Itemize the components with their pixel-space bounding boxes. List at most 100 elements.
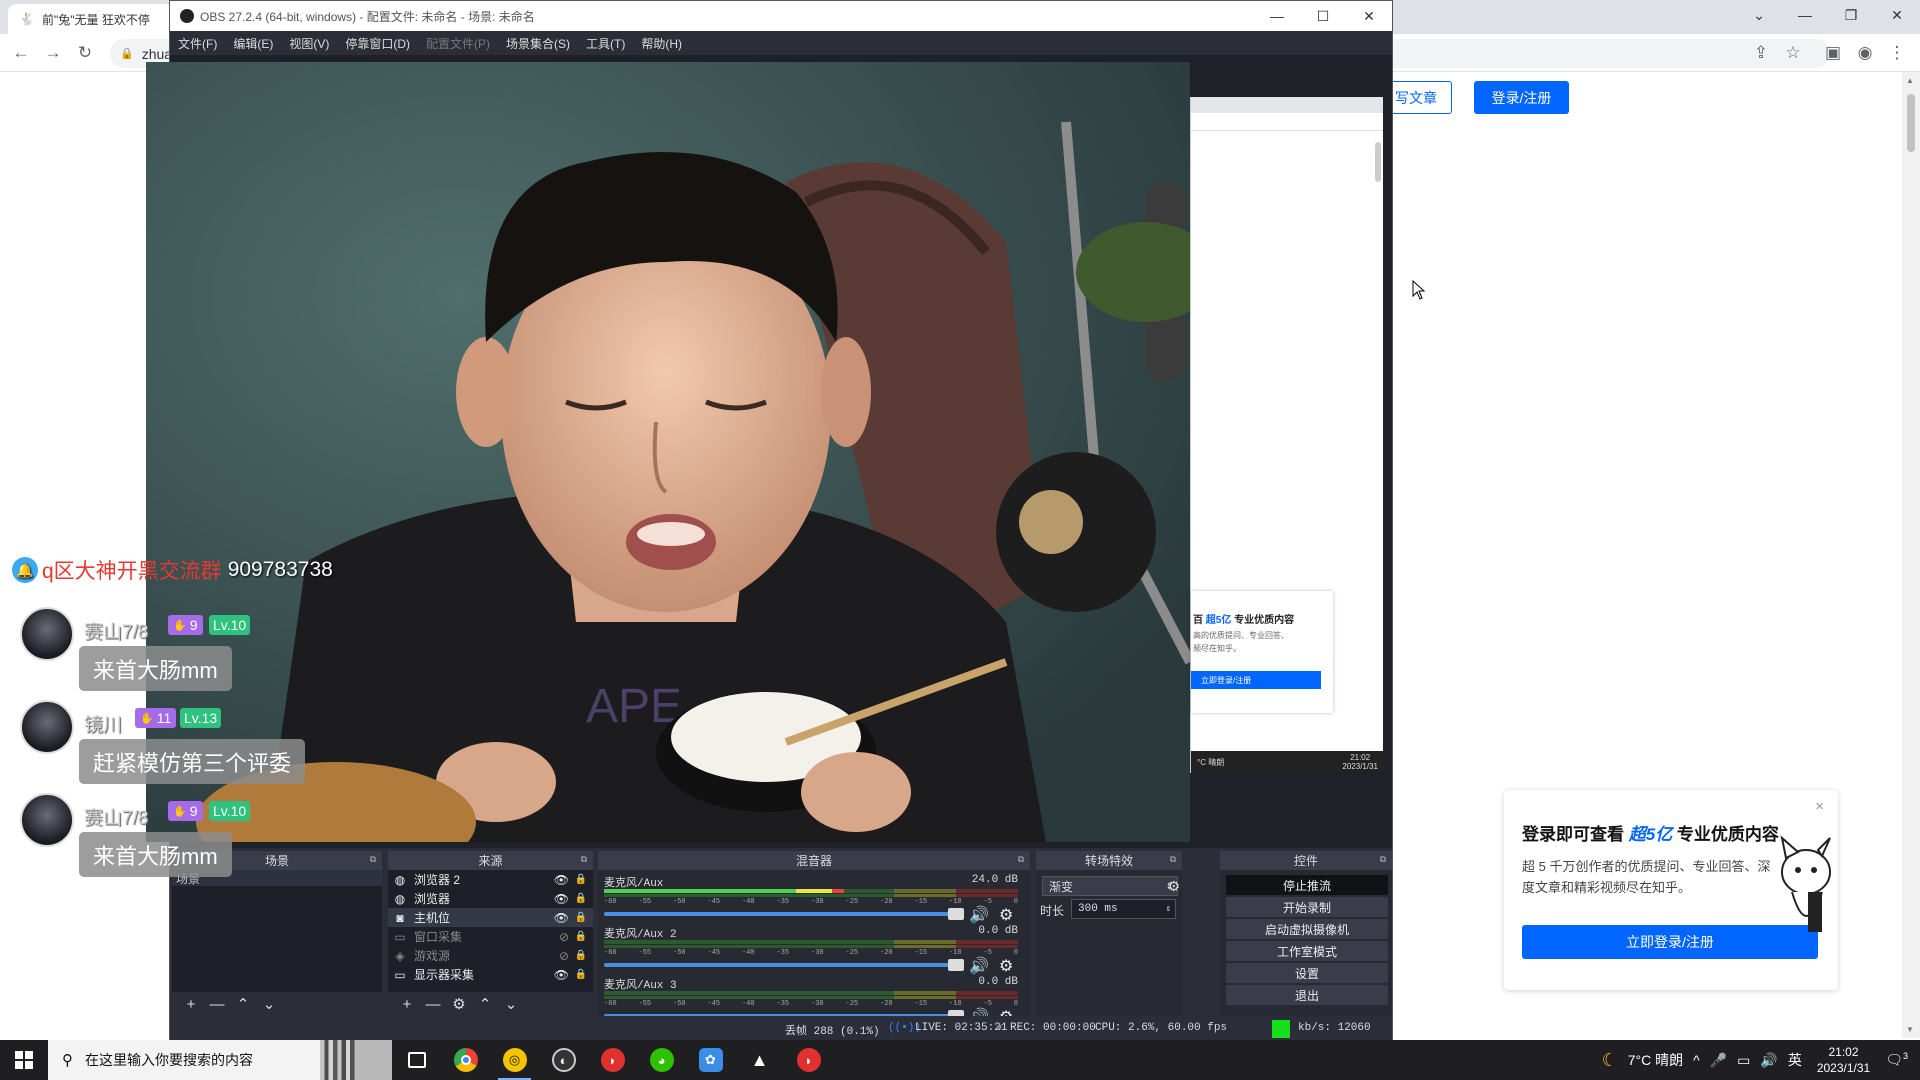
reload-icon[interactable]: ↻ bbox=[72, 40, 98, 66]
move-up-icon[interactable]: ⌃ bbox=[472, 995, 498, 1013]
source-item[interactable]: ◙ 主机位 👁 🔒 bbox=[388, 908, 593, 927]
undock-icon[interactable]: ⧉ bbox=[1018, 854, 1024, 865]
speaker-mute-icon[interactable]: 🔊 bbox=[969, 905, 989, 925]
gear-icon[interactable]: ⚙ bbox=[446, 995, 472, 1013]
task-view-icon[interactable] bbox=[392, 1040, 441, 1080]
side-panel-icon[interactable]: ▣ bbox=[1820, 40, 1846, 66]
lock-icon[interactable]: 🔒 bbox=[575, 912, 587, 923]
control-button[interactable]: 停止推流 bbox=[1226, 875, 1388, 895]
lock-icon[interactable]: 🔒 bbox=[575, 893, 587, 904]
remove-icon[interactable]: — bbox=[420, 996, 446, 1013]
control-button[interactable]: 启动虚拟摄像机 bbox=[1226, 919, 1388, 939]
obs-menu-item[interactable]: 停靠窗口(D) bbox=[345, 35, 410, 52]
gear-icon[interactable]: ⚙ bbox=[999, 1007, 1013, 1016]
speaker-mute-icon[interactable]: 🔊 bbox=[969, 956, 989, 976]
obs-menu-item[interactable]: 编辑(E) bbox=[233, 35, 273, 52]
popup-close-icon[interactable]: × bbox=[1815, 798, 1824, 815]
volume-slider-handle[interactable] bbox=[948, 959, 964, 971]
taskbar-search-input[interactable]: ⚲ 在这里输入你要搜索的内容 bbox=[48, 1040, 392, 1080]
obs-app-icon[interactable]: ◎ bbox=[490, 1040, 539, 1080]
ime-indicator[interactable]: 英 bbox=[1788, 1050, 1802, 1070]
add-icon[interactable]: + bbox=[178, 996, 204, 1013]
undock-icon[interactable]: ⧉ bbox=[581, 854, 587, 865]
lock-icon[interactable]: 🔒 bbox=[575, 950, 587, 961]
volume-slider[interactable] bbox=[604, 1010, 964, 1016]
obs-menu-item[interactable]: 配置文件(P) bbox=[426, 35, 490, 52]
control-button[interactable]: 退出 bbox=[1226, 985, 1388, 1005]
transition-select[interactable]: 渐变 ⇕ bbox=[1042, 876, 1178, 896]
app-red-icon[interactable]: ◗ bbox=[588, 1040, 637, 1080]
obs-maximize-button[interactable]: ☐ bbox=[1300, 1, 1346, 31]
profile-icon[interactable]: ◉ bbox=[1852, 40, 1878, 66]
lock-icon[interactable]: 🔒 bbox=[575, 874, 587, 885]
source-item[interactable]: ◍ 浏览器 2 👁 🔒 bbox=[388, 870, 593, 889]
forward-arrow-icon[interactable]: → bbox=[40, 40, 66, 66]
obs-menu-item[interactable]: 文件(F) bbox=[178, 35, 217, 52]
browser-menu-icon[interactable]: ⋮ bbox=[1884, 40, 1910, 66]
obs-menu-item[interactable]: 帮助(H) bbox=[641, 35, 682, 52]
lock-icon[interactable]: 🔒 bbox=[575, 969, 587, 980]
source-item[interactable]: ◍ 浏览器 👁 🔒 bbox=[388, 889, 593, 908]
eye-icon[interactable]: 👁 bbox=[554, 873, 569, 887]
eye-hidden-icon[interactable]: ⊘ bbox=[559, 949, 569, 963]
speaker-mute-icon[interactable]: 🔊 bbox=[969, 1007, 989, 1016]
tray-chevron-icon[interactable]: ^ bbox=[1693, 1052, 1700, 1068]
source-item[interactable]: ◈ 游戏源 ⊘ 🔒 bbox=[388, 946, 593, 965]
undock-icon[interactable]: ⧉ bbox=[1170, 854, 1176, 865]
volume-icon[interactable]: 🔊 bbox=[1760, 1052, 1777, 1069]
move-down-icon[interactable]: ⌄ bbox=[498, 995, 524, 1013]
volume-slider-handle[interactable] bbox=[948, 1010, 964, 1016]
microphone-icon[interactable]: 🎤 bbox=[1710, 1052, 1727, 1069]
control-button[interactable]: 设置 bbox=[1226, 963, 1388, 983]
obs-menu-item[interactable]: 视图(V) bbox=[289, 35, 329, 52]
back-arrow-icon[interactable]: ← bbox=[8, 40, 34, 66]
obs-menu-item[interactable]: 工具(T) bbox=[586, 35, 625, 52]
tab-search-dropdown-icon[interactable]: ⌄ bbox=[1736, 0, 1782, 30]
app-red-icon-2[interactable]: ◗ bbox=[784, 1040, 833, 1080]
undock-icon[interactable]: ⧉ bbox=[1380, 854, 1386, 865]
taskbar-clock[interactable]: 21:02 2023/1/31 bbox=[1817, 1044, 1870, 1076]
obs-titlebar[interactable]: OBS 27.2.4 (64-bit, windows) - 配置文件: 未命名… bbox=[170, 1, 1392, 31]
bookmark-star-icon[interactable]: ☆ bbox=[1780, 40, 1806, 66]
weather-text[interactable]: 7°C 晴朗 bbox=[1628, 1050, 1683, 1070]
control-button[interactable]: 工作室模式 bbox=[1226, 941, 1388, 961]
transition-gear-icon[interactable]: ⚙ bbox=[1167, 878, 1180, 895]
scroll-up-icon[interactable]: ▲ bbox=[1906, 76, 1914, 85]
obs-close-button[interactable]: ✕ bbox=[1346, 1, 1392, 31]
app-triangle-icon[interactable]: ▲ bbox=[735, 1040, 784, 1080]
move-up-icon[interactable]: ⌃ bbox=[230, 995, 256, 1013]
remove-icon[interactable]: — bbox=[204, 996, 230, 1013]
windows-start-icon[interactable] bbox=[0, 1040, 48, 1080]
share-icon[interactable]: ⇪ bbox=[1748, 40, 1774, 66]
browser-close-button[interactable]: ✕ bbox=[1874, 0, 1920, 30]
scroll-down-icon[interactable]: ▼ bbox=[1906, 1025, 1914, 1034]
eye-hidden-icon[interactable]: ⊘ bbox=[559, 930, 569, 944]
page-scrollbar[interactable]: ▲ ▼ bbox=[1902, 72, 1920, 1038]
volume-slider[interactable] bbox=[604, 959, 964, 971]
browser-tab[interactable]: 🐇 前"兔"无量 狂欢不停 bbox=[8, 4, 173, 34]
login-register-button[interactable]: 登录/注册 bbox=[1474, 81, 1569, 114]
obs-minimize-button[interactable]: — bbox=[1254, 1, 1300, 31]
source-item[interactable]: ▭ 窗口采集 ⊘ 🔒 bbox=[388, 927, 593, 946]
control-button[interactable]: 开始录制 bbox=[1226, 897, 1388, 917]
add-icon[interactable]: + bbox=[394, 996, 420, 1013]
eye-icon[interactable]: 👁 bbox=[554, 968, 569, 982]
obs-menu-item[interactable]: 场景集合(S) bbox=[506, 35, 570, 52]
notification-center-icon[interactable]: 🗨3 bbox=[1885, 1051, 1908, 1069]
source-item[interactable]: ▭ 显示器采集 👁 🔒 bbox=[388, 965, 593, 984]
eye-icon[interactable]: 👁 bbox=[554, 911, 569, 925]
volume-slider-handle[interactable] bbox=[948, 908, 964, 920]
wechat-app-icon[interactable]: ◕ bbox=[637, 1040, 686, 1080]
gear-icon[interactable]: ⚙ bbox=[999, 956, 1013, 976]
browser-restore-button[interactable]: ❐ bbox=[1828, 0, 1874, 30]
chrome-app-icon[interactable] bbox=[441, 1040, 490, 1080]
volume-slider[interactable] bbox=[604, 908, 964, 920]
gear-icon[interactable]: ⚙ bbox=[999, 905, 1013, 925]
move-down-icon[interactable]: ⌄ bbox=[256, 995, 282, 1013]
network-icon[interactable]: ▭ bbox=[1737, 1052, 1750, 1069]
scrollbar-thumb[interactable] bbox=[1907, 94, 1915, 152]
obs-app-icon-2[interactable]: ◐ bbox=[539, 1040, 588, 1080]
browser-minimize-button[interactable]: — bbox=[1782, 0, 1828, 30]
eye-icon[interactable]: 👁 bbox=[554, 892, 569, 906]
lock-icon[interactable]: 🔒 bbox=[575, 931, 587, 942]
